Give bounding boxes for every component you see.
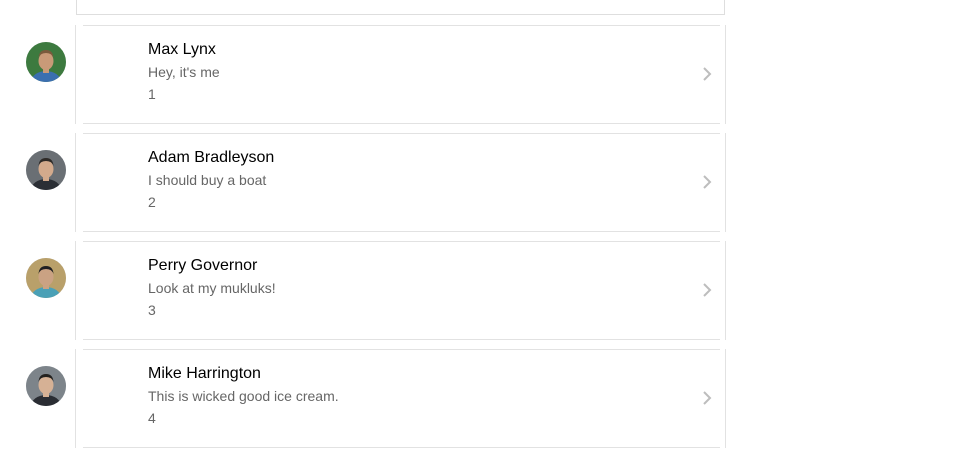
chevron-right-icon [703, 283, 712, 297]
list-item: Max Lynx Hey, it's me 1 [0, 25, 955, 133]
card-divider [83, 133, 720, 134]
avatar[interactable] [26, 366, 66, 406]
contact-count: 4 [148, 410, 156, 426]
contact-card[interactable]: Mike Harrington This is wicked good ice … [75, 349, 726, 448]
contact-list: Max Lynx Hey, it's me 1 Adam Bradleyson … [0, 0, 955, 475]
contact-name: Mike Harrington [148, 365, 261, 382]
contact-card[interactable]: Max Lynx Hey, it's me 1 [75, 25, 726, 124]
contact-card[interactable]: Adam Bradleyson I should buy a boat 2 [75, 133, 726, 232]
card-divider [83, 447, 720, 448]
avatar[interactable] [26, 150, 66, 190]
contact-message: Hey, it's me [148, 64, 220, 80]
person-avatar-icon [26, 42, 66, 82]
contact-message: I should buy a boat [148, 172, 267, 188]
card-divider [83, 339, 720, 340]
list-item: Perry Governor Look at my mukluks! 3 [0, 241, 955, 349]
card-divider [83, 123, 720, 124]
card-divider [83, 231, 720, 232]
list-item: Mike Harrington This is wicked good ice … [0, 349, 955, 457]
contact-name: Perry Governor [148, 257, 258, 274]
contact-name: Adam Bradleyson [148, 149, 275, 166]
contact-count: 3 [148, 302, 156, 318]
contact-message: This is wicked good ice cream. [148, 388, 339, 404]
chevron-right-icon [703, 175, 712, 189]
contact-name: Max Lynx [148, 41, 216, 58]
contact-message: Look at my mukluks! [148, 280, 276, 296]
chevron-right-icon [703, 391, 712, 405]
card-divider [83, 241, 720, 242]
card-divider [83, 349, 720, 350]
contact-count: 1 [148, 86, 156, 102]
card-divider [83, 25, 720, 26]
person-avatar-icon [26, 366, 66, 406]
avatar[interactable] [26, 258, 66, 298]
person-avatar-icon [26, 258, 66, 298]
contact-card[interactable]: Perry Governor Look at my mukluks! 3 [75, 241, 726, 340]
previous-list-item[interactable] [76, 0, 725, 15]
list-item: Adam Bradleyson I should buy a boat 2 [0, 133, 955, 241]
person-avatar-icon [26, 150, 66, 190]
chevron-right-icon [703, 67, 712, 81]
avatar[interactable] [26, 42, 66, 82]
contact-count: 2 [148, 194, 156, 210]
